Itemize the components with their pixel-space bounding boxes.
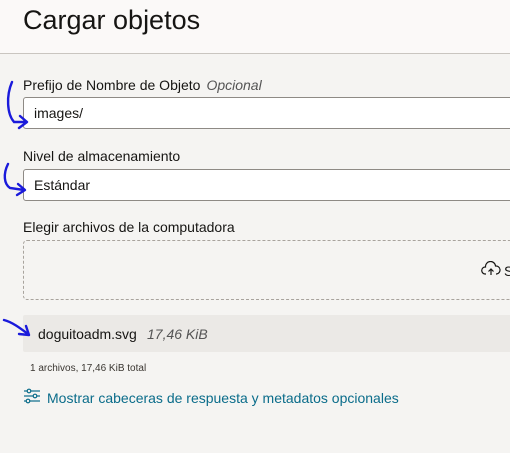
upload-cloud-icon	[481, 260, 501, 280]
sliders-icon	[23, 387, 41, 408]
select-files-label: S	[504, 262, 510, 279]
file-size: 17,46 KiB	[147, 326, 208, 342]
files-summary: 1 archivos, 17,46 KiB total	[30, 363, 147, 374]
prefix-label-text: Prefijo de Nombre de Objeto	[23, 77, 201, 93]
file-name: doguitoadm.svg	[38, 326, 137, 342]
show-headers-metadata-link[interactable]: Mostrar cabeceras de respuesta y metadat…	[23, 387, 399, 408]
select-files-button[interactable]: S	[481, 260, 510, 280]
annotation-arrow-storage	[3, 162, 27, 197]
page-title: Cargar objetos	[23, 5, 201, 35]
prefix-label: Prefijo de Nombre de Objeto Opcional	[23, 77, 262, 93]
storage-tier-label: Nivel de almacenamiento	[23, 148, 181, 164]
choose-files-label: Elegir archivos de la computadora	[23, 219, 235, 235]
annotation-arrow-file	[2, 318, 31, 337]
prefix-input[interactable]: images/	[23, 97, 510, 129]
file-list-item: doguitoadm.svg 17,46 KiB	[23, 315, 510, 352]
page-header: Cargar objetos	[0, 0, 510, 54]
prefix-optional-hint: Opcional	[206, 77, 262, 93]
file-dropzone[interactable]: S	[23, 240, 510, 300]
annotation-arrow-prefix	[6, 80, 29, 130]
storage-tier-select[interactable]: Estándar	[23, 169, 510, 201]
show-headers-metadata-text: Mostrar cabeceras de respuesta y metadat…	[47, 389, 399, 406]
